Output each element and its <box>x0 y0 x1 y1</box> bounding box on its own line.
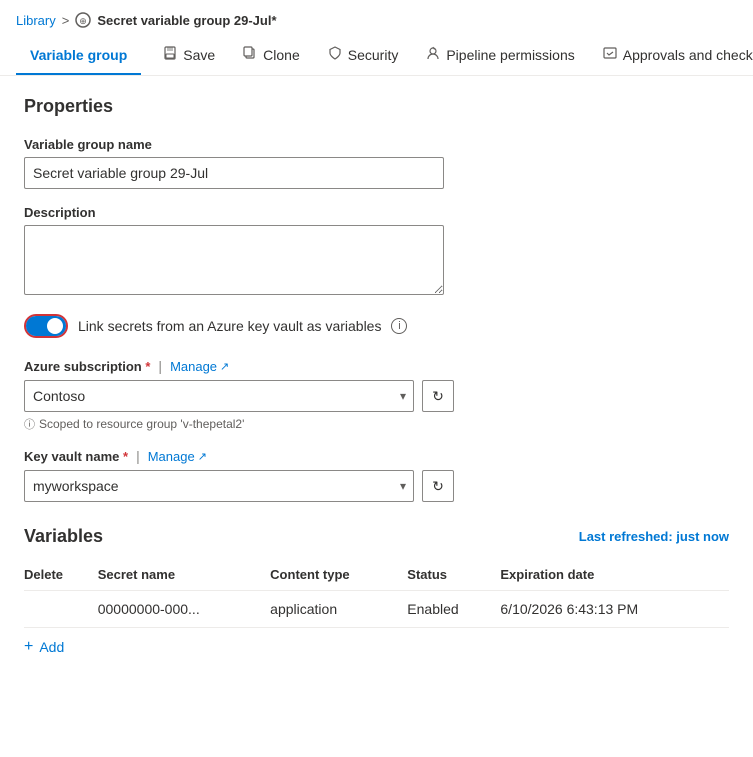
azure-subscription-label-row: Azure subscription * | Manage ↗ <box>24 358 729 374</box>
key-vault-label-row: Key vault name * | Manage ↗ <box>24 448 729 464</box>
azure-subscription-dropdown-wrapper: Contoso ▾ <box>24 380 414 412</box>
key-vault-toggle[interactable] <box>24 314 68 338</box>
variables-table-header-row: Delete Secret name Content type Status E… <box>24 559 729 591</box>
breadcrumb: Library > ⊕ Secret variable group 29-Jul… <box>0 0 753 36</box>
col-content-type: Content type <box>270 559 407 591</box>
properties-section: Properties Variable group name Descripti… <box>24 96 729 502</box>
key-vault-manage-link[interactable]: Manage ↗ <box>148 449 207 464</box>
row-status: Enabled <box>407 591 500 628</box>
description-label: Description <box>24 205 729 220</box>
add-label: Add <box>39 639 64 655</box>
tab-variable-group[interactable]: Variable group <box>16 37 141 75</box>
row-secret-name: 00000000-000... <box>98 591 270 628</box>
col-expiration-date: Expiration date <box>500 559 729 591</box>
tab-variable-group-label: Variable group <box>30 47 127 63</box>
azure-subscription-dropdown-row: Contoso ▾ ↻ <box>24 380 729 412</box>
variables-section: Variables Last refreshed: just now Delet… <box>24 526 729 666</box>
key-vault-section: Key vault name * | Manage ↗ myworkspace … <box>24 448 729 502</box>
tab-security-label: Security <box>348 47 399 63</box>
variable-group-name-field: Variable group name <box>24 137 729 189</box>
tab-clone-label: Clone <box>263 47 300 63</box>
tab-pipeline-permissions[interactable]: Pipeline permissions <box>412 36 588 75</box>
col-secret-name: Secret name <box>98 559 270 591</box>
key-vault-refresh-button[interactable]: ↻ <box>422 470 454 502</box>
row-expiration-date: 6/10/2026 6:43:13 PM <box>500 591 729 628</box>
key-vault-dropdown-row: myworkspace ▾ ↻ <box>24 470 729 502</box>
azure-subscription-section: Azure subscription * | Manage ↗ Contoso … <box>24 358 729 432</box>
scoped-text: ⓘ Scoped to resource group 'v-thepetal2' <box>24 416 729 432</box>
key-vault-select[interactable]: myworkspace <box>24 470 414 502</box>
refresh-icon: ↻ <box>432 388 444 405</box>
variables-title: Variables <box>24 526 103 547</box>
key-vault-refresh-icon: ↻ <box>432 478 444 495</box>
library-link[interactable]: Library <box>16 13 56 28</box>
toggle-label: Link secrets from an Azure key vault as … <box>78 318 381 334</box>
add-variable-button[interactable]: + Add <box>24 628 64 666</box>
info-circle-icon: ⓘ <box>24 416 35 432</box>
description-input[interactable] <box>24 225 444 295</box>
variables-header: Variables Last refreshed: just now <box>24 526 729 547</box>
approvals-checks-icon <box>603 46 617 63</box>
toggle-thumb <box>47 318 63 334</box>
svg-text:⊕: ⊕ <box>80 16 88 26</box>
breadcrumb-separator: > <box>62 13 70 28</box>
add-plus-icon: + <box>24 638 33 656</box>
tab-approvals-checks[interactable]: Approvals and checks <box>589 36 753 75</box>
variable-group-icon: ⊕ <box>75 12 91 28</box>
key-vault-external-link-icon: ↗ <box>198 450 207 463</box>
last-refreshed: Last refreshed: just now <box>579 529 729 544</box>
security-icon <box>328 46 342 63</box>
variable-group-name-input[interactable] <box>24 157 444 189</box>
external-link-icon: ↗ <box>220 360 229 373</box>
current-page-title: Secret variable group 29-Jul* <box>97 13 276 28</box>
variables-table-body: 00000000-000... application Enabled 6/10… <box>24 591 729 628</box>
properties-title: Properties <box>24 96 729 117</box>
toolbar: Variable group Save Clone Security Pipel… <box>0 36 753 76</box>
azure-subscription-manage-link[interactable]: Manage ↗ <box>170 359 229 374</box>
save-icon <box>163 46 177 63</box>
toggle-row: Link secrets from an Azure key vault as … <box>24 314 729 338</box>
azure-subscription-refresh-button[interactable]: ↻ <box>422 380 454 412</box>
manage-label: Manage <box>170 359 217 374</box>
azure-subscription-label: Azure subscription * <box>24 359 150 374</box>
label-divider: | <box>158 358 162 374</box>
description-field: Description <box>24 205 729 298</box>
key-vault-label-divider: | <box>136 448 140 464</box>
clone-icon <box>243 46 257 63</box>
scoped-label: Scoped to resource group 'v-thepetal2' <box>39 417 244 431</box>
tab-clone[interactable]: Clone <box>229 36 314 75</box>
variable-group-name-label: Variable group name <box>24 137 729 152</box>
row-delete <box>24 591 98 628</box>
table-row: 00000000-000... application Enabled 6/10… <box>24 591 729 628</box>
variables-table-header: Delete Secret name Content type Status E… <box>24 559 729 591</box>
toggle-info-icon[interactable]: i <box>391 318 407 334</box>
main-content: Properties Variable group name Descripti… <box>0 76 753 686</box>
tab-pipeline-permissions-label: Pipeline permissions <box>446 47 574 63</box>
col-status: Status <box>407 559 500 591</box>
key-vault-manage-label: Manage <box>148 449 195 464</box>
tab-approvals-checks-label: Approvals and checks <box>623 47 753 63</box>
key-vault-label: Key vault name * <box>24 449 128 464</box>
row-content-type: application <box>270 591 407 628</box>
key-vault-dropdown-wrapper: myworkspace ▾ <box>24 470 414 502</box>
tab-security[interactable]: Security <box>314 36 413 75</box>
variables-table: Delete Secret name Content type Status E… <box>24 559 729 628</box>
pipeline-permissions-icon <box>426 46 440 63</box>
col-delete: Delete <box>24 559 98 591</box>
tab-save-label: Save <box>183 47 215 63</box>
azure-subscription-select[interactable]: Contoso <box>24 380 414 412</box>
toggle-track <box>26 316 66 336</box>
tab-save[interactable]: Save <box>149 36 229 75</box>
